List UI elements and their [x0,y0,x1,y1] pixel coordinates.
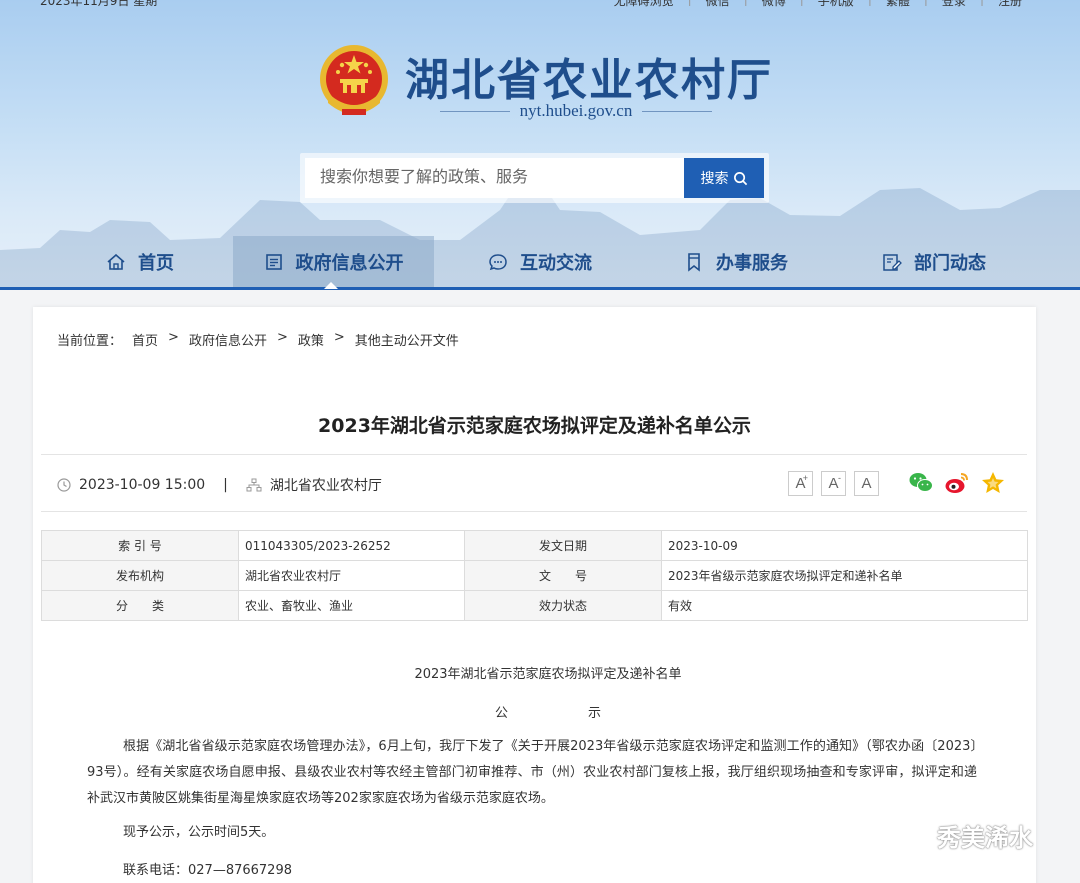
nav-services[interactable]: 办事服务 [666,236,806,288]
search-button[interactable]: 搜索 [684,158,764,198]
font-size-reset-button[interactable]: A [854,470,879,496]
article-title: 2023年湖北省示范家庭农场拟评定及递补名单公示 [318,415,751,437]
edit-icon [883,254,902,271]
article-source: 湖北省农业农村厅 [269,478,382,494]
active-nav-caret [324,282,338,289]
nav-government-info[interactable]: 政府信息公开 [233,236,434,288]
docno-label: 文 号 [464,560,662,591]
traditional-chinese-link[interactable]: 繁體 [886,0,910,9]
share-weibo-button[interactable] [943,469,971,497]
article-panel: 当前位置： 首页 > 政府信息公开 > 政策 > 其他主动公开文件 2023年湖… [33,307,1036,883]
document-heading: 2023年湖北省示范家庭农场拟评定及递补名单 [414,667,682,682]
wechat-icon [909,473,933,492]
search-input[interactable] [305,158,685,198]
chat-icon [489,254,507,271]
breadcrumb-home[interactable]: 首页 [132,330,158,349]
breadcrumb-prefix: 当前位置： [57,334,123,349]
nav-department-news[interactable]: 部门动态 [864,236,1004,288]
register-link[interactable]: 注册 [998,0,1022,9]
clock-icon [57,478,71,492]
table-row: 索 引 号 011043305/2023-26252 发文日期 2023-10-… [41,530,1028,561]
site-title: 湖北省农业农村厅 [405,55,773,106]
category-value: 农业、畜牧业、渔业 [238,590,465,621]
header-divider [0,287,1080,290]
favorite-button[interactable] [979,469,1007,497]
login-link[interactable]: 登录 [942,0,966,9]
national-emblem-icon [320,45,388,115]
table-row: 分 类 农业、畜牧业、渔业 效力状态 有效 [41,590,1028,621]
status-label: 效力状态 [464,590,662,621]
organization-icon [246,478,262,492]
share-wechat-button[interactable] [907,469,935,497]
weibo-icon [945,473,968,493]
site-url: nyt.hubei.gov.cn [440,101,712,121]
article-meta-bar: 2023-10-09 15:00 | 湖北省农业农村厅 A + A- A [41,454,1027,512]
publish-datetime: 2023-10-09 15:00 [79,477,206,493]
home-icon [107,253,125,270]
org-label: 发布机构 [41,560,239,591]
breadcrumb: 当前位置： 首页 > 政府信息公开 > 政策 > 其他主动公开文件 [57,330,459,349]
document-info-table: 索 引 号 011043305/2023-26252 发文日期 2023-10-… [41,530,1028,621]
org-value: 湖北省农业农村厅 [238,560,465,591]
utility-links: 无障碍浏览| 微信| 微博| 手机版| 繁體| 登录| 注册 [614,0,1022,9]
table-row: 发布机构 湖北省农业农村厅 文 号 2023年省级示范家庭农场拟评定和递补名单 [41,560,1028,591]
date-label: 发文日期 [464,530,662,561]
star-icon [982,472,1004,493]
status-value: 有效 [661,590,1028,621]
font-size-increase-button[interactable]: A + [788,470,813,496]
weibo-link[interactable]: 微博 [762,0,786,9]
docno-value: 2023年省级示范家庭农场拟评定和递补名单 [661,560,1028,591]
body-paragraph: 根据《湖北省省级示范家庭农场管理办法》，6月上旬，我厅下发了《关于开展2023年… [87,739,977,806]
index-value: 011043305/2023-26252 [238,530,465,561]
breadcrumb-policy[interactable]: 政策 [298,330,324,349]
body-paragraph: 现予公示，公示时间5天。 [123,825,275,840]
top-utility-bar: 2023年11月9日 星期 无障碍浏览| 微信| 微博| 手机版| 繁體| 登录… [0,0,1080,8]
document-icon [265,254,282,270]
wechat-watermark: 秀美浠水 [893,818,1033,853]
breadcrumb-other-files[interactable]: 其他主动公开文件 [355,330,459,349]
wechat-watermark-icon [894,821,930,849]
breadcrumb-government-info[interactable]: 政府信息公开 [189,330,267,349]
document-subheading: 公示 [494,706,602,721]
accessibility-link[interactable]: 无障碍浏览 [614,0,674,9]
site-header: 2023年11月9日 星期 无障碍浏览| 微信| 微博| 手机版| 繁體| 登录… [0,0,1080,290]
category-label: 分 类 [41,590,239,621]
current-date: 2023年11月9日 星期 [40,0,158,8]
search-icon [733,171,747,185]
bookmark-icon [688,253,700,272]
main-nav: 首页 政府信息公开 互动交流 办事服务 部门动态 [0,236,1080,288]
nav-interaction[interactable]: 互动交流 [465,236,615,288]
contact-phone: 联系电话：027—87667298 [123,863,292,878]
index-label: 索 引 号 [41,530,239,561]
nav-home[interactable]: 首页 [70,236,210,288]
mobile-link[interactable]: 手机版 [818,0,854,9]
wechat-link[interactable]: 微信 [706,0,730,9]
font-size-decrease-button[interactable]: A- [821,470,846,496]
date-value: 2023-10-09 [661,530,1028,561]
